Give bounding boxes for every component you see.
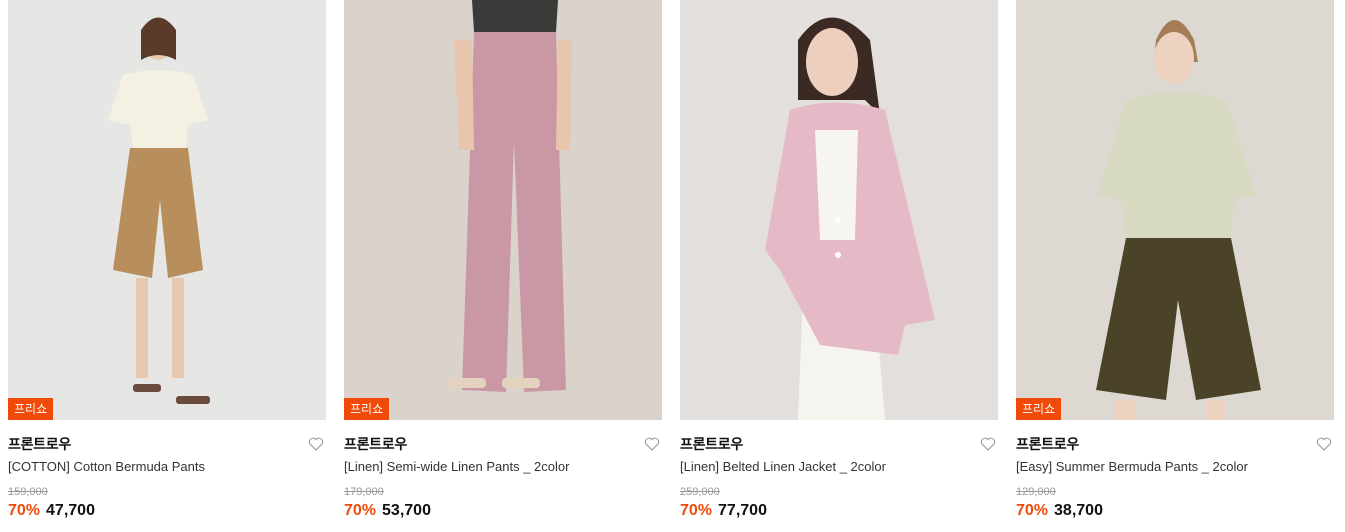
product-grid: 프리쇼 프론트로우 [COTTON] Cotton Bermuda Pants … [0, 0, 1345, 532]
original-price: 179,000 [344, 486, 384, 498]
brand-name[interactable]: 프론트로우 [1016, 434, 1079, 454]
product-name[interactable]: [Easy] Summer Bermuda Pants _ 2color [1016, 459, 1248, 474]
price-amount: 47,700 [46, 502, 95, 519]
price-amount: 38,700 [1054, 502, 1103, 519]
sale-price: 70% 38,700 [1016, 502, 1103, 520]
price-amount: 77,700 [718, 502, 767, 519]
sale-price: 70% 77,700 [680, 502, 767, 520]
pre-show-badge: 프리쇼 [1016, 398, 1062, 420]
product-image[interactable] [680, 0, 998, 420]
original-price: 259,000 [680, 486, 720, 498]
product-photo-illustration [1016, 0, 1334, 420]
heart-icon[interactable] [308, 436, 324, 452]
product-card[interactable]: 프리쇼 프론트로우 [Linen] Semi-wide Linen Pants … [344, 0, 662, 532]
original-price: 159,000 [8, 486, 48, 498]
product-image[interactable]: 프리쇼 [1016, 0, 1334, 420]
sale-price: 70% 53,700 [344, 502, 431, 520]
heart-icon[interactable] [644, 436, 660, 452]
discount-rate: 70% [8, 502, 41, 519]
product-name[interactable]: [Linen] Belted Linen Jacket _ 2color [680, 459, 886, 474]
product-card[interactable]: 프론트로우 [Linen] Belted Linen Jacket _ 2col… [680, 0, 998, 532]
sale-price: 70% 47,700 [8, 502, 95, 520]
product-photo-illustration [344, 0, 662, 420]
product-name[interactable]: [Linen] Semi-wide Linen Pants _ 2color [344, 459, 569, 474]
heart-icon[interactable] [1316, 436, 1332, 452]
pre-show-badge: 프리쇼 [8, 398, 54, 420]
discount-rate: 70% [1016, 502, 1049, 519]
brand-name[interactable]: 프론트로우 [8, 434, 71, 454]
product-image[interactable]: 프리쇼 [344, 0, 662, 420]
price-amount: 53,700 [382, 502, 431, 519]
brand-name[interactable]: 프론트로우 [344, 434, 407, 454]
pre-show-badge: 프리쇼 [344, 398, 390, 420]
discount-rate: 70% [680, 502, 713, 519]
product-card[interactable]: 프리쇼 프론트로우 [COTTON] Cotton Bermuda Pants … [8, 0, 326, 532]
product-photo-illustration [680, 0, 998, 420]
product-card[interactable]: 프리쇼 프론트로우 [Easy] Summer Bermuda Pants _ … [1016, 0, 1334, 532]
brand-name[interactable]: 프론트로우 [680, 434, 743, 454]
product-image[interactable]: 프리쇼 [8, 0, 326, 420]
discount-rate: 70% [344, 502, 377, 519]
heart-icon[interactable] [980, 436, 996, 452]
product-photo-illustration [8, 0, 326, 420]
product-name[interactable]: [COTTON] Cotton Bermuda Pants [8, 459, 205, 474]
original-price: 129,000 [1016, 486, 1056, 498]
